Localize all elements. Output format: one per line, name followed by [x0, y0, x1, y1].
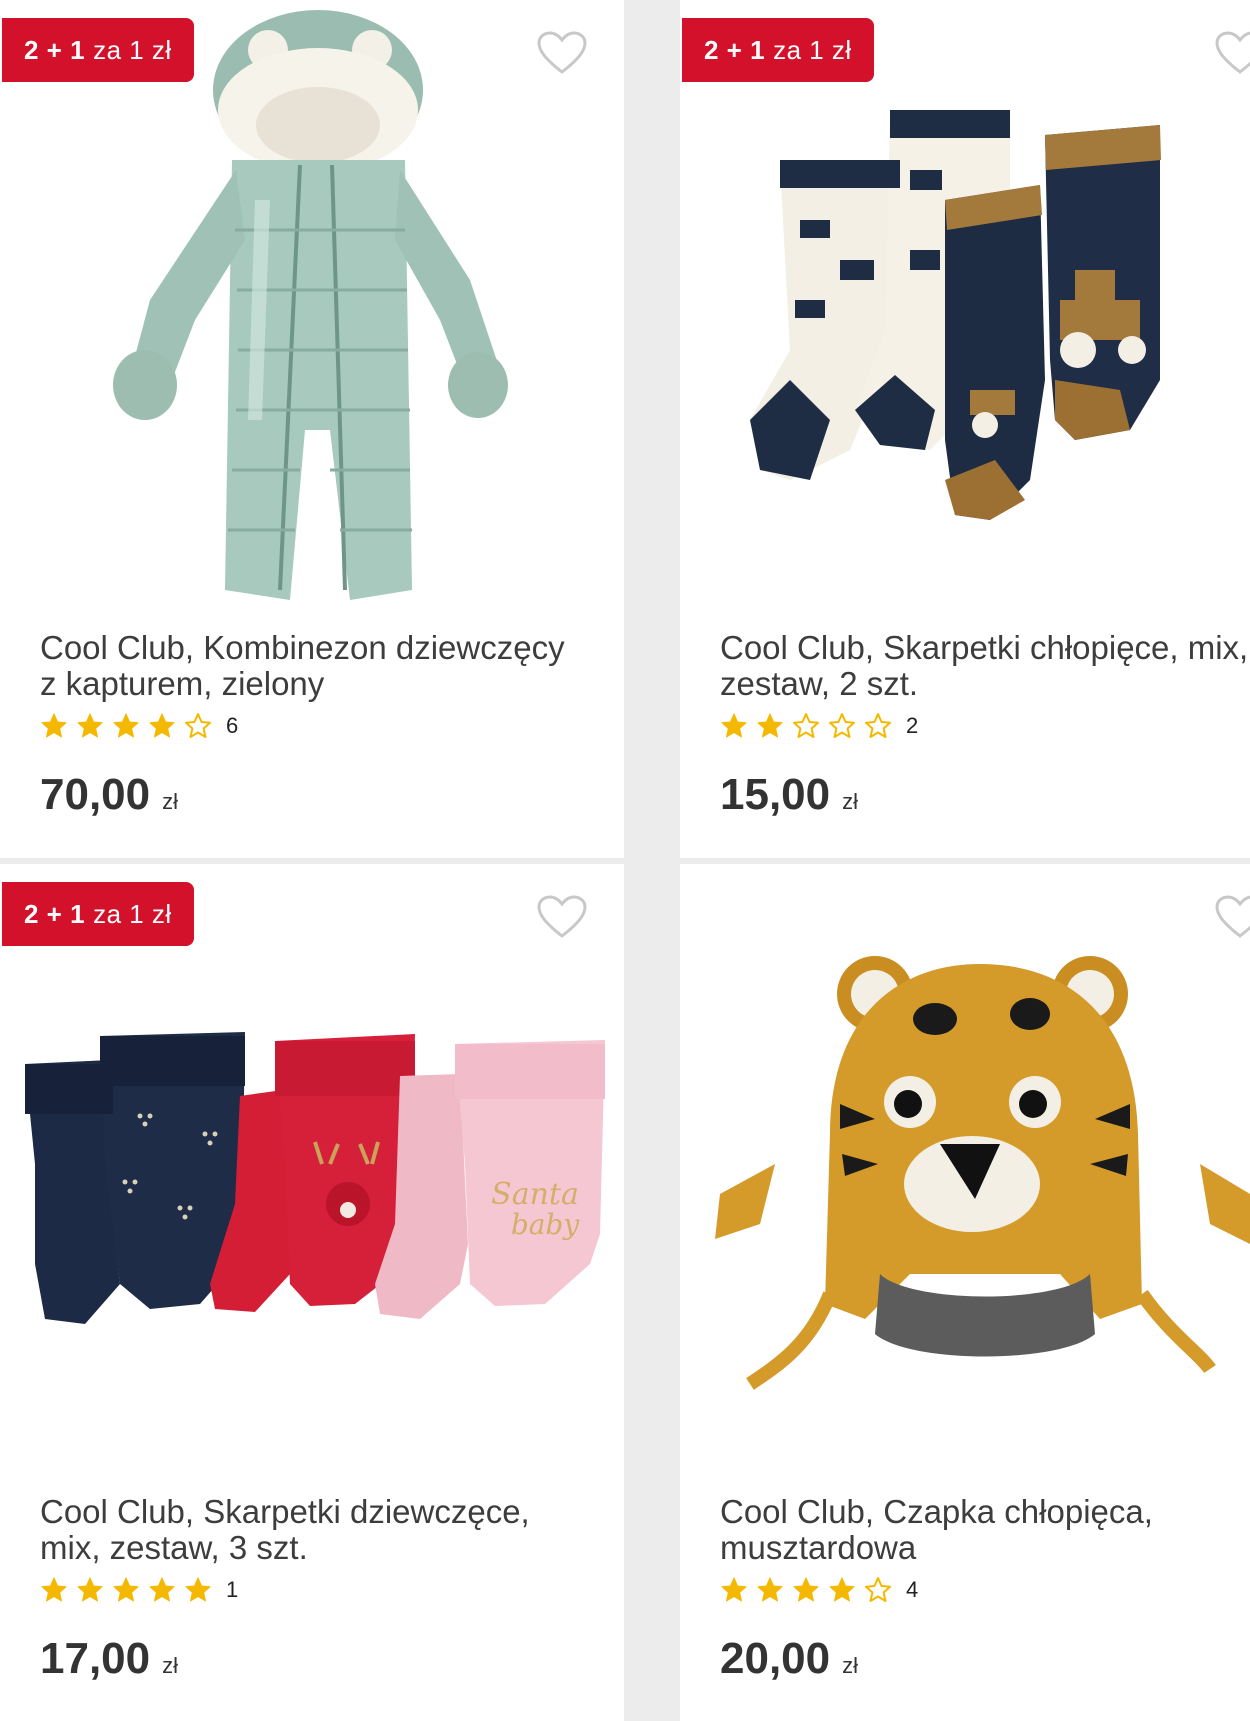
price: 15,00 zł [720, 770, 858, 820]
rating-count: 6 [226, 713, 239, 738]
heart-outline-icon[interactable] [536, 30, 588, 76]
heart-outline-icon[interactable] [1214, 894, 1250, 940]
svg-text:Santa: Santa [491, 1177, 579, 1212]
heart-outline-icon[interactable] [536, 894, 588, 940]
product-title[interactable]: Cool Club, Kombinezon dziewczęcy z kaptu… [40, 630, 600, 702]
star-filled-icon [77, 1577, 103, 1602]
promo-badge: 2 + 1 za 1 zł [2, 18, 194, 82]
rating: 4 [720, 1576, 918, 1604]
rating: 2 [720, 712, 918, 740]
price-value: 17,00 [40, 1634, 151, 1683]
price: 20,00 zł [720, 1634, 858, 1684]
product-title[interactable]: Cool Club, Skarpetki chłopięce, mix, zes… [720, 630, 1250, 702]
promo-badge-strong: 2 + 1 [24, 34, 86, 65]
star-filled-icon [41, 713, 67, 738]
star-empty-icon [829, 713, 855, 738]
price-currency: zł [162, 789, 178, 814]
star-filled-icon [113, 1577, 139, 1602]
price-value: 15,00 [720, 770, 831, 819]
star-filled-icon [149, 713, 175, 738]
promo-badge-strong: 2 + 1 [24, 898, 86, 929]
price-currency: zł [842, 789, 858, 814]
promo-badge-text: za 1 zł [773, 34, 852, 65]
product-card[interactable]: Cool Club, Czapka chłopięca, musztardowa… [680, 864, 1250, 1721]
promo-badge-text: za 1 zł [93, 898, 172, 929]
star-filled-icon [757, 713, 783, 738]
product-image-snowsuit[interactable] [0, 0, 624, 620]
star-filled-icon [793, 1577, 819, 1602]
star-empty-icon [793, 713, 819, 738]
price-currency: zł [842, 1653, 858, 1678]
product-image-girls-socks[interactable]: Santa baby [0, 864, 624, 1484]
product-image-tractor-socks[interactable] [680, 0, 1250, 620]
star-filled-icon [721, 1577, 747, 1602]
product-card[interactable]: 2 + 1 za 1 zł Cool Club, Skarpetki chłop… [680, 0, 1250, 858]
product-title[interactable]: Cool Club, Czapka chłopięca, musztardowa [720, 1494, 1250, 1566]
rating-count: 4 [906, 1577, 919, 1602]
star-filled-icon [149, 1577, 175, 1602]
star-empty-icon [865, 713, 891, 738]
star-filled-icon [41, 1577, 67, 1602]
star-filled-icon [757, 1577, 783, 1602]
rating: 6 [40, 712, 238, 740]
rating-count: 2 [906, 713, 919, 738]
rating: 1 [40, 1576, 238, 1604]
product-card[interactable]: 2 + 1 za 1 zł Cool Club, Kombinezon dzie… [0, 0, 624, 858]
star-filled-icon [113, 713, 139, 738]
promo-badge-text: za 1 zł [93, 34, 172, 65]
product-image-tiger-hat[interactable] [680, 864, 1250, 1484]
price-value: 70,00 [40, 770, 151, 819]
star-filled-icon [185, 1577, 211, 1602]
star-empty-icon [865, 1577, 891, 1602]
star-filled-icon [77, 713, 103, 738]
price: 17,00 zł [40, 1634, 178, 1684]
star-empty-icon [185, 713, 211, 738]
star-filled-icon [721, 713, 747, 738]
product-card[interactable]: Santa baby 2 + 1 za 1 zł Cool Club, Skar… [0, 864, 624, 1721]
promo-badge-strong: 2 + 1 [704, 34, 766, 65]
svg-text:baby: baby [511, 1208, 581, 1241]
promo-badge: 2 + 1 za 1 zł [2, 882, 194, 946]
heart-outline-icon[interactable] [1214, 30, 1250, 76]
product-title[interactable]: Cool Club, Skarpetki dziewczęce, mix, ze… [40, 1494, 600, 1566]
price-value: 20,00 [720, 1634, 831, 1683]
promo-badge: 2 + 1 za 1 zł [682, 18, 874, 82]
rating-count: 1 [226, 1577, 239, 1602]
star-filled-icon [829, 1577, 855, 1602]
price-currency: zł [162, 1653, 178, 1678]
price: 70,00 zł [40, 770, 178, 820]
